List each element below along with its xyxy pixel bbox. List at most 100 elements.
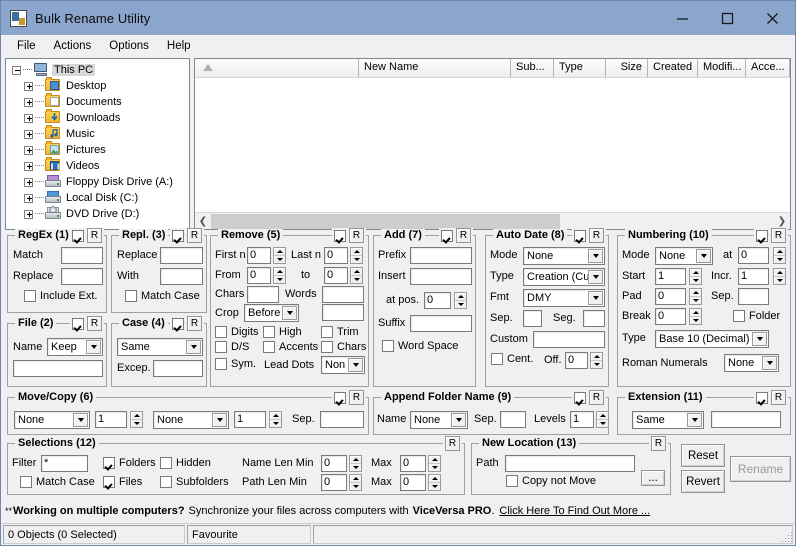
numbering-at-spinner[interactable]: [773, 247, 786, 264]
case-excep-input[interactable]: [153, 360, 203, 377]
appendfolder-sep-input[interactable]: [500, 411, 526, 428]
chevron-down-icon[interactable]: [687, 413, 702, 427]
column-header-name[interactable]: [195, 59, 359, 77]
crop-mode-dropdown[interactable]: Before: [244, 304, 299, 322]
extension-value-input[interactable]: [711, 411, 781, 428]
appendfolder-levels-input[interactable]: 1: [570, 411, 594, 428]
autodate-custom-input[interactable]: [533, 331, 605, 348]
movecopy-mode2-dropdown[interactable]: None: [153, 411, 229, 429]
chevron-down-icon[interactable]: [451, 413, 466, 427]
resize-grip[interactable]: [779, 529, 793, 543]
copy-not-move-row[interactable]: Copy not Move: [506, 475, 596, 487]
tree-item-videos[interactable]: Videos: [10, 157, 189, 174]
column-header-created[interactable]: Created: [648, 59, 698, 77]
path-len-min-spinner[interactable]: [349, 474, 362, 491]
case-reset-button[interactable]: R: [187, 316, 202, 331]
folder-tree[interactable]: This PC Desktop Documents Downloads Musi…: [5, 58, 190, 230]
tree-expand-toggle[interactable]: [24, 193, 33, 203]
numbering-break-input[interactable]: 0: [655, 308, 686, 325]
status-favourite[interactable]: Favourite: [187, 525, 311, 544]
selections-match-case-row[interactable]: Match Case: [20, 476, 95, 488]
tree-expand-toggle[interactable]: [24, 209, 33, 219]
autodate-off-spinner[interactable]: [590, 352, 603, 369]
column-header-type[interactable]: Type: [554, 59, 606, 77]
menu-options[interactable]: Options: [100, 38, 158, 54]
appendfolder-name-dropdown[interactable]: None: [410, 411, 468, 429]
regex-enable-checkbox[interactable]: [72, 229, 84, 242]
autodate-fmt-dropdown[interactable]: DMY: [523, 289, 605, 307]
tree-expand-toggle[interactable]: [24, 161, 33, 171]
numbering-start-input[interactable]: 1: [655, 268, 686, 285]
numbering-mode-dropdown[interactable]: None: [655, 247, 713, 265]
tree-expand-toggle[interactable]: [24, 129, 33, 139]
file-list-body[interactable]: [195, 78, 790, 212]
autodate-seg-input[interactable]: [583, 310, 605, 327]
menu-actions[interactable]: Actions: [45, 38, 101, 54]
column-header-new-name[interactable]: New Name: [359, 59, 511, 77]
chevron-down-icon[interactable]: [282, 306, 297, 320]
file-enable-checkbox[interactable]: [72, 317, 84, 330]
to-spinner[interactable]: [350, 267, 363, 284]
path-len-max-input[interactable]: 0: [400, 474, 426, 491]
autodate-sep-input[interactable]: [523, 310, 542, 327]
cent-checkbox[interactable]: [491, 353, 503, 365]
extension-mode-dropdown[interactable]: Same: [632, 411, 704, 429]
newlocation-reset-button[interactable]: R: [651, 436, 666, 451]
hidden-checkbox[interactable]: [160, 457, 172, 469]
last-n-spinner[interactable]: [350, 247, 363, 264]
numbering-folder-row[interactable]: Folder: [733, 310, 780, 322]
column-header-sub[interactable]: Sub...: [511, 59, 554, 77]
autodate-cent-row[interactable]: Cent.: [491, 353, 533, 365]
repl-enable-checkbox[interactable]: [172, 229, 184, 242]
repl-with-input[interactable]: [160, 268, 203, 285]
remove-chars-row[interactable]: Chars: [321, 341, 366, 353]
name-len-max-input[interactable]: 0: [400, 455, 426, 472]
maximize-icon[interactable]: [705, 1, 750, 35]
add-enable-checkbox[interactable]: [441, 229, 453, 242]
regex-match-input[interactable]: [61, 247, 103, 264]
numbering-pad-spinner[interactable]: [689, 288, 702, 305]
chevron-down-icon[interactable]: [588, 249, 603, 263]
suffix-input[interactable]: [410, 315, 472, 332]
numbering-break-spinner[interactable]: [689, 308, 702, 325]
tree-expand-toggle[interactable]: [24, 81, 33, 91]
movecopy-reset-button[interactable]: R: [349, 390, 364, 405]
movecopy-sep-input[interactable]: [320, 411, 364, 428]
name-len-max-spinner[interactable]: [428, 455, 441, 472]
name-len-min-spinner[interactable]: [349, 455, 362, 472]
chevron-down-icon[interactable]: [212, 413, 227, 427]
movecopy-mode1-dropdown[interactable]: None: [14, 411, 90, 429]
horizontal-scrollbar[interactable]: ❮ ❯: [195, 212, 790, 229]
word-space-checkbox[interactable]: [382, 340, 394, 352]
path-len-min-input[interactable]: 0: [321, 474, 347, 491]
subfolders-checkbox[interactable]: [160, 476, 172, 488]
match-case-checkbox[interactable]: [20, 476, 32, 488]
remove-ds-row[interactable]: D/S: [215, 341, 249, 353]
appendfolder-enable-checkbox[interactable]: [574, 391, 586, 404]
tree-item-local-disk[interactable]: Local Disk (C:): [10, 190, 189, 206]
menu-file[interactable]: File: [8, 38, 45, 54]
digits-checkbox[interactable]: [215, 326, 227, 338]
numbering-type-dropdown[interactable]: Base 10 (Decimal): [655, 330, 769, 348]
chars-input[interactable]: [247, 286, 279, 303]
roman-numerals-dropdown[interactable]: None: [724, 354, 779, 372]
sym-checkbox[interactable]: [215, 358, 227, 370]
selections-files-row[interactable]: Files: [103, 476, 142, 488]
high-checkbox[interactable]: [263, 326, 275, 338]
remove-high-row[interactable]: High: [263, 326, 302, 338]
chevron-down-icon[interactable]: [762, 356, 777, 370]
column-header-accessed[interactable]: Acce...: [746, 59, 790, 77]
tree-expand-toggle[interactable]: [24, 113, 33, 123]
scrollbar-thumb[interactable]: [211, 213, 561, 229]
chevron-down-icon[interactable]: [348, 358, 363, 372]
tree-item-dvd-drive[interactable]: DVD Drive (D:): [10, 206, 189, 222]
first-n-input[interactable]: 0: [247, 247, 271, 264]
movecopy-num2-spinner[interactable]: [269, 411, 282, 428]
numbering-start-spinner[interactable]: [689, 268, 702, 285]
remove-sym-row[interactable]: Sym.: [215, 358, 256, 370]
menu-help[interactable]: Help: [158, 38, 200, 54]
reset-button[interactable]: Reset: [681, 444, 725, 467]
tree-collapse-toggle[interactable]: [12, 65, 21, 75]
file-reset-button[interactable]: R: [87, 316, 102, 331]
match-case-checkbox[interactable]: [125, 290, 137, 302]
